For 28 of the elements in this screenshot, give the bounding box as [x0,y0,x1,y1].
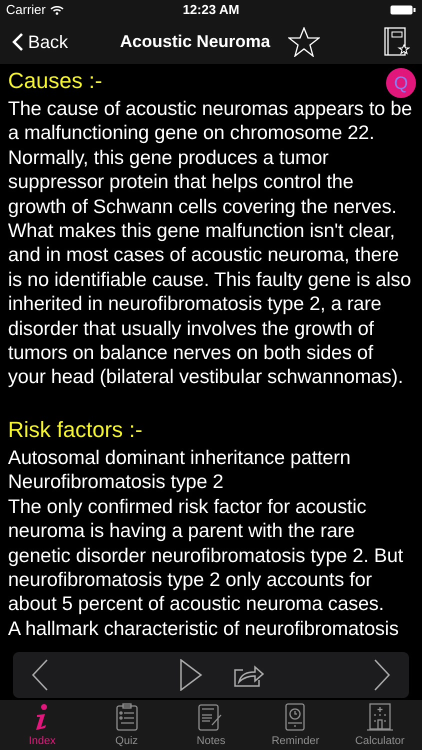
next-icon[interactable] [373,659,391,691]
body-text: Neurofibromatosis type 2 [8,470,224,495]
tab-item[interactable]: Quiz [84,700,169,750]
section-heading: Causes :- [8,67,102,95]
carrier-label: Carrier [6,1,46,20]
battery-icon [390,5,416,15]
tab-item[interactable]: Reminder [253,700,338,750]
body-text: A hallmark characteristic of neurofibromatosis [8,616,400,642]
chevron-left-icon [12,32,24,52]
bookmarks-icon[interactable] [384,27,410,57]
tab-item[interactable]: Calculator [338,700,422,750]
hospital-icon [366,702,394,730]
body-text: The only confirmed risk factor for acoustic neuroma is having a parent with the rare genetic disorder neurofibromatosis type 2. But neurofibromatosis type 2 only accounts for about 5 percent of acoustic neuroma cases. [8,494,404,617]
previous-icon[interactable] [31,659,49,691]
clock-label: 12:23 AM [182,1,240,20]
clipboard-icon [116,702,138,730]
section-heading: Risk factors :- [8,416,142,444]
body-text: Autosomal dominant inheritance pattern [8,446,352,470]
tab-item[interactable]: Notes [168,700,254,750]
star-icon[interactable] [288,27,320,57]
tab-item[interactable]: Index [0,700,84,750]
notepad-icon [198,702,224,730]
clock-tablet-icon [285,702,306,730]
page-title: Acoustic Neuroma [120,31,270,54]
back-button[interactable]: Back [12,28,68,56]
play-icon[interactable] [179,659,203,691]
body-text: The cause of acoustic neuromas appears to be a malfunctioning gene on chromosome 22. Normally, this gene produces a tumor suppressor protein that helps control the growth of Schwann cells covering the nerves. What makes this gene malfunction isn't clear, and in most cases of acoustic neuroma, there is no identifiable cause. This faulty gene is also inherited in neurofibromatosis type 2, a rare disorder that usually involves the growth of tumors on balance nerves on both sides of your head (bilateral vestibular schwannomas). [8,97,414,390]
wifi-icon [50,5,64,15]
